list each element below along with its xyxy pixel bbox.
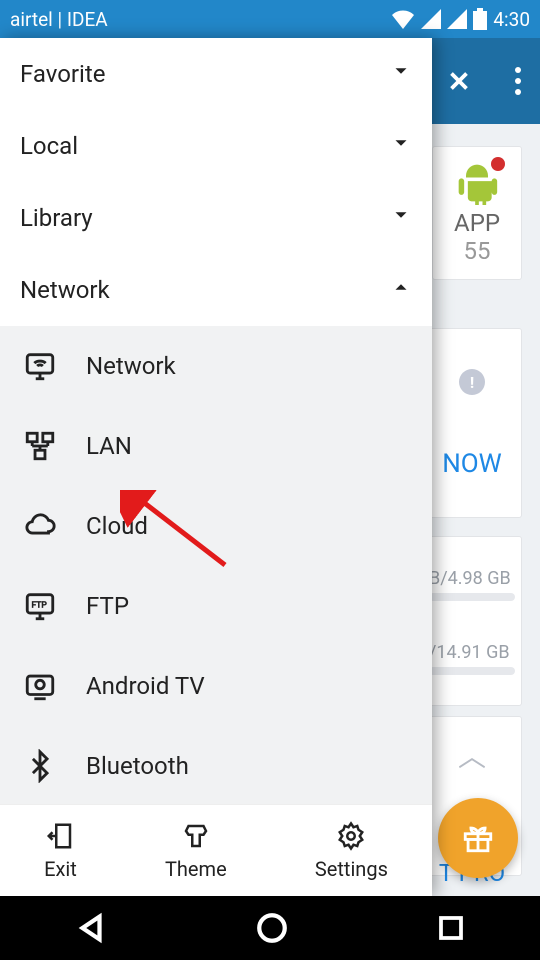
- network-item-lan[interactable]: LAN: [0, 406, 432, 486]
- section-label: Library: [20, 204, 93, 232]
- storage-total-2: /14.91 GB: [429, 642, 510, 663]
- section-label: Favorite: [20, 60, 105, 88]
- gift-fab[interactable]: [438, 798, 518, 878]
- chevron-down-icon: [390, 204, 412, 232]
- network-item-bluetooth[interactable]: Bluetooth: [0, 726, 432, 804]
- network-item-androidtv[interactable]: Android TV: [0, 646, 432, 726]
- svg-text:FTP: FTP: [32, 600, 48, 610]
- gift-icon: [461, 821, 495, 855]
- home-button[interactable]: [255, 911, 289, 945]
- item-label: Cloud: [86, 512, 148, 540]
- storage-total-1: /4.98 GB: [440, 568, 510, 589]
- app-label: APP: [454, 209, 500, 237]
- system-nav-bar: [0, 896, 540, 960]
- tv-icon: [22, 668, 58, 704]
- network-item-cloud[interactable]: Cloud: [0, 486, 432, 566]
- gear-icon: [336, 821, 366, 851]
- exit-button[interactable]: Exit: [44, 821, 77, 881]
- recent-button[interactable]: [436, 913, 466, 943]
- signal-icon: [447, 9, 467, 29]
- clock-text: 4:30: [493, 8, 530, 31]
- back-button[interactable]: [74, 911, 108, 945]
- close-icon[interactable]: [444, 66, 474, 96]
- battery-icon: [473, 8, 487, 30]
- section-label: Network: [20, 276, 110, 304]
- item-label: FTP: [86, 592, 129, 620]
- settings-button[interactable]: Settings: [315, 821, 388, 881]
- theme-label: Theme: [165, 857, 227, 881]
- signal-icon: [421, 9, 441, 29]
- app-card[interactable]: APP 55: [432, 146, 522, 280]
- ftp-icon: FTP: [22, 588, 58, 624]
- item-label: Network: [86, 352, 176, 380]
- lan-icon: [22, 428, 58, 464]
- network-item-network[interactable]: Network: [0, 326, 432, 406]
- now-text: NOW: [442, 449, 502, 479]
- chevron-up-icon: ︿: [458, 735, 486, 775]
- analyze-card[interactable]: ! NOW: [422, 328, 522, 518]
- network-sublist: Network LAN Cloud FTP FTP Android TV: [0, 326, 432, 804]
- theme-icon: [181, 821, 211, 851]
- item-label: LAN: [86, 432, 132, 460]
- network-item-ftp[interactable]: FTP FTP: [0, 566, 432, 646]
- storage-card[interactable]: B/4.98 GB /14.91 GB: [422, 536, 522, 706]
- nav-drawer: Favorite Local Library Network Network: [0, 38, 432, 896]
- android-icon: [455, 161, 499, 205]
- drawer-section-favorite[interactable]: Favorite: [0, 38, 432, 110]
- exit-label: Exit: [44, 857, 77, 881]
- storage-bar-1: [429, 593, 515, 601]
- bluetooth-icon: [22, 748, 58, 784]
- drawer-section-network[interactable]: Network: [0, 254, 432, 326]
- cloud-icon: [22, 508, 58, 544]
- carrier-text: airtel | IDEA: [10, 8, 108, 31]
- chevron-down-icon: [390, 132, 412, 160]
- item-label: Bluetooth: [86, 752, 189, 780]
- exit-icon: [45, 821, 75, 851]
- wifi-icon: [391, 9, 415, 29]
- storage-bar-2: [429, 667, 515, 675]
- section-label: Local: [20, 132, 78, 160]
- drawer-section-library[interactable]: Library: [0, 182, 432, 254]
- app-count: 55: [464, 237, 491, 265]
- info-icon: !: [459, 369, 485, 395]
- network-monitor-icon: [22, 348, 58, 384]
- chevron-up-icon: [390, 276, 412, 304]
- drawer-bottom-bar: Exit Theme Settings: [0, 804, 432, 896]
- overflow-icon[interactable]: [514, 66, 522, 96]
- item-label: Android TV: [86, 672, 205, 700]
- status-bar: airtel | IDEA 4:30: [0, 0, 540, 38]
- theme-button[interactable]: Theme: [165, 821, 227, 881]
- chevron-down-icon: [390, 60, 412, 88]
- drawer-section-local[interactable]: Local: [0, 110, 432, 182]
- red-dot-badge: [491, 157, 505, 171]
- settings-label: Settings: [315, 857, 388, 881]
